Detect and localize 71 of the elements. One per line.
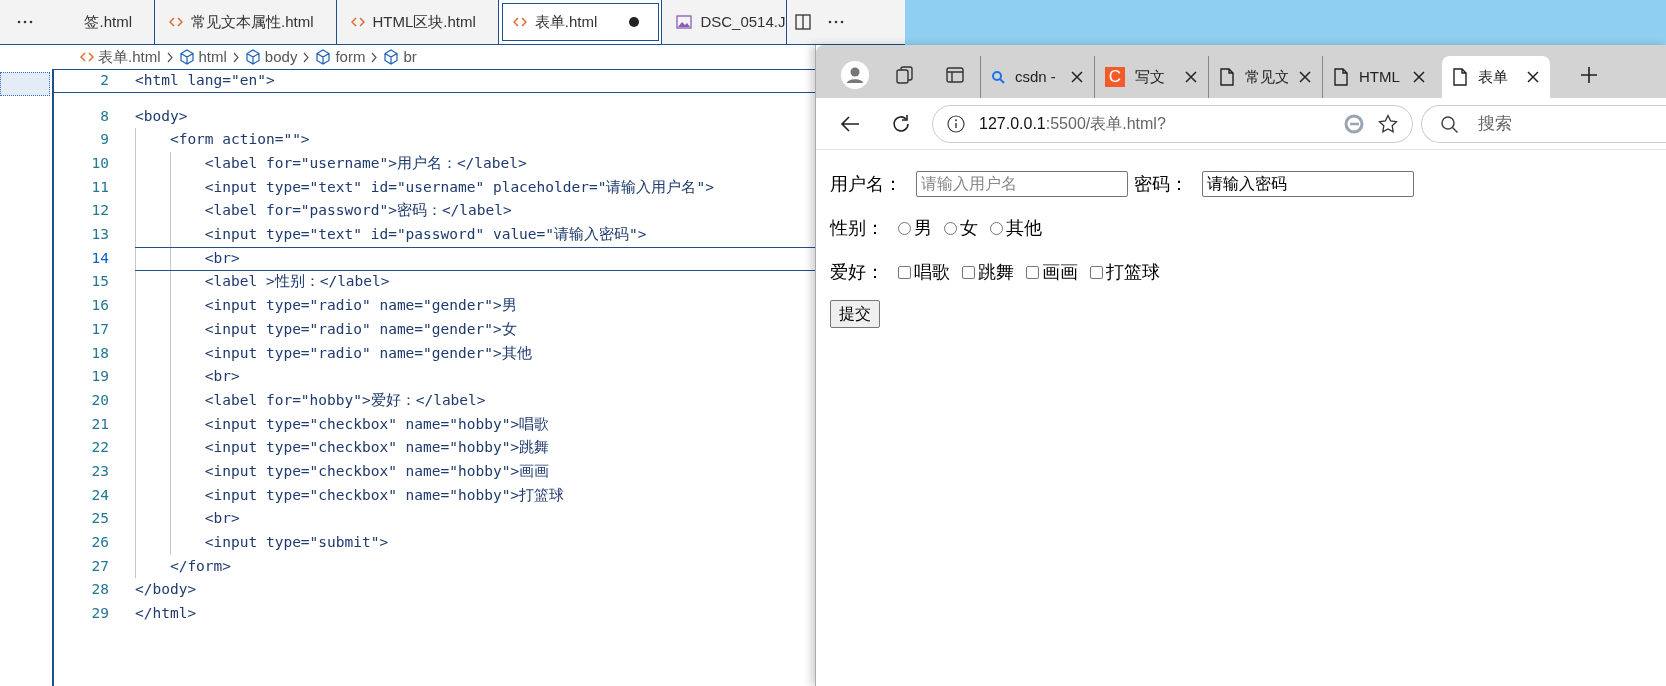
line-number: 11 — [90, 177, 109, 197]
option-label: 跳舞 — [978, 260, 1014, 284]
text-input[interactable]: 请输入用户名 — [916, 171, 1128, 197]
code-line: </body> — [135, 580, 197, 600]
browser-tab[interactable]: C 写文 — [1094, 56, 1208, 98]
code-line: <input type="checkbox" name="hobby">打篮球 — [203, 485, 565, 505]
code-line: <html lang="en"> — [135, 70, 275, 90]
line-number: 18 — [90, 343, 109, 363]
site-logo: C — [1105, 67, 1125, 87]
code-line: <input type="submit"> — [203, 533, 389, 553]
code-line: <input type="radio" name="gender">女 — [203, 319, 517, 339]
line-number: 17 — [90, 319, 109, 339]
option-label: 女 — [960, 216, 978, 240]
line-number: 13 — [90, 225, 109, 245]
code-line: </form> — [168, 556, 232, 576]
line-number: 20 — [90, 390, 109, 410]
text-input[interactable]: 请输入密码 — [1202, 171, 1414, 197]
browser-tab[interactable]: HTML — [1322, 56, 1436, 98]
breadcrumb-item[interactable]: br — [383, 45, 417, 69]
form-label: 性别： — [830, 216, 884, 240]
form-label: 密码： — [1134, 172, 1188, 196]
code-line: <input type="checkbox" name="hobby">跳舞 — [203, 438, 550, 458]
line-number: 27 — [90, 556, 109, 576]
line-number: 14 — [90, 248, 109, 268]
code-line: <label for="username">用户名：</label> — [203, 154, 527, 174]
line-number: 15 — [90, 272, 109, 292]
code-line: <input type="radio" name="gender">男 — [203, 296, 517, 316]
option-label: 男 — [914, 216, 932, 240]
breadcrumb-item[interactable]: body — [244, 45, 298, 69]
code-line: <label for="password">密码：</label> — [203, 201, 512, 221]
line-number: 28 — [90, 580, 109, 600]
code-line: <input type="checkbox" name="hobby">画画 — [203, 461, 550, 481]
code-line: <input type="radio" name="gender">其他 — [203, 343, 532, 363]
line-number: 21 — [90, 414, 109, 434]
line-number: 16 — [90, 296, 109, 316]
line-number: 25 — [90, 509, 109, 529]
form-label: 用户名： — [830, 172, 902, 196]
line-number: 26 — [90, 533, 109, 553]
code-line: </html> — [135, 604, 197, 624]
breadcrumb-item[interactable]: form — [315, 45, 366, 69]
option-label: 其他 — [1006, 216, 1042, 240]
form-label: 爱好： — [830, 260, 884, 284]
code-line: <label for="hobby">爱好：</label> — [203, 390, 486, 410]
code-line: <br> — [203, 248, 240, 268]
code-line: <form action=""> — [168, 130, 310, 150]
line-number: 24 — [90, 485, 109, 505]
submit-button[interactable]: 提交 — [830, 300, 880, 328]
line-number: 8 — [99, 106, 109, 126]
line-number: 2 — [99, 70, 109, 90]
line-number: 10 — [90, 154, 109, 174]
option-label: 打篮球 — [1106, 260, 1160, 284]
browser-tab[interactable]: 表单 — [1442, 56, 1550, 98]
breadcrumb-item[interactable]: 表单.html — [80, 45, 161, 69]
line-number: 22 — [90, 438, 109, 458]
line-number: 23 — [90, 461, 109, 481]
option-label: 唱歌 — [914, 260, 950, 284]
code-line: <br> — [203, 509, 240, 529]
code-line: <br> — [203, 367, 240, 387]
line-number: 9 — [99, 130, 109, 150]
line-number: 12 — [90, 201, 109, 221]
option-label: 画画 — [1042, 260, 1078, 284]
code-line: <body> — [135, 106, 188, 126]
breadcrumb-item[interactable]: html — [178, 45, 227, 69]
code-line: <input type="text" id="username" placeholder="请输入用户名"> — [203, 177, 714, 197]
browser-tab[interactable]: csdn - — [980, 56, 1094, 98]
code-line: <input type="checkbox" name="hobby">唱歌 — [203, 414, 550, 434]
line-number: 19 — [90, 367, 109, 387]
line-number: 29 — [90, 604, 109, 624]
code-line: <label >性别：</label> — [203, 272, 390, 292]
editor-tab[interactable]: 表单.html — [498, 0, 663, 44]
code-line: <input type="text" id="password" value="请输入密码"> — [203, 225, 647, 245]
